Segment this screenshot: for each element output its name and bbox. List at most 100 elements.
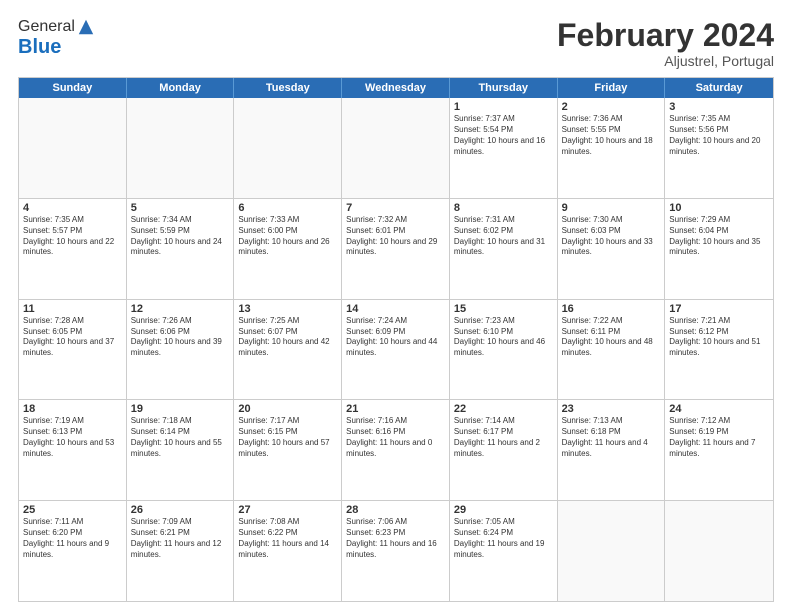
calendar-cell — [127, 98, 235, 198]
cell-info: Sunrise: 7:30 AMSunset: 6:03 PMDaylight:… — [562, 215, 661, 258]
calendar-body: 1Sunrise: 7:37 AMSunset: 5:54 PMDaylight… — [19, 98, 773, 601]
cell-info: Sunrise: 7:12 AMSunset: 6:19 PMDaylight:… — [669, 416, 769, 459]
calendar-header-cell: Tuesday — [234, 78, 342, 98]
day-number: 24 — [669, 403, 769, 415]
main-title: February 2024 — [557, 18, 774, 53]
calendar-row: 25Sunrise: 7:11 AMSunset: 6:20 PMDayligh… — [19, 501, 773, 601]
day-number: 25 — [23, 504, 122, 516]
calendar-row: 4Sunrise: 7:35 AMSunset: 5:57 PMDaylight… — [19, 199, 773, 300]
cell-info: Sunrise: 7:35 AMSunset: 5:56 PMDaylight:… — [669, 114, 769, 157]
day-number: 9 — [562, 202, 661, 214]
day-number: 17 — [669, 303, 769, 315]
day-number: 13 — [238, 303, 337, 315]
cell-info: Sunrise: 7:36 AMSunset: 5:55 PMDaylight:… — [562, 114, 661, 157]
calendar-cell — [558, 501, 666, 601]
page: General Blue February 2024 Aljustrel, Po… — [0, 0, 792, 612]
calendar-header-cell: Wednesday — [342, 78, 450, 98]
cell-info: Sunrise: 7:18 AMSunset: 6:14 PMDaylight:… — [131, 416, 230, 459]
cell-info: Sunrise: 7:28 AMSunset: 6:05 PMDaylight:… — [23, 316, 122, 359]
calendar-cell: 19Sunrise: 7:18 AMSunset: 6:14 PMDayligh… — [127, 400, 235, 500]
day-number: 16 — [562, 303, 661, 315]
calendar-cell: 10Sunrise: 7:29 AMSunset: 6:04 PMDayligh… — [665, 199, 773, 299]
calendar-cell: 3Sunrise: 7:35 AMSunset: 5:56 PMDaylight… — [665, 98, 773, 198]
calendar-cell: 1Sunrise: 7:37 AMSunset: 5:54 PMDaylight… — [450, 98, 558, 198]
day-number: 26 — [131, 504, 230, 516]
calendar-header-cell: Sunday — [19, 78, 127, 98]
calendar-cell: 5Sunrise: 7:34 AMSunset: 5:59 PMDaylight… — [127, 199, 235, 299]
cell-info: Sunrise: 7:21 AMSunset: 6:12 PMDaylight:… — [669, 316, 769, 359]
calendar-cell: 26Sunrise: 7:09 AMSunset: 6:21 PMDayligh… — [127, 501, 235, 601]
header: General Blue February 2024 Aljustrel, Po… — [18, 18, 774, 69]
calendar-row: 18Sunrise: 7:19 AMSunset: 6:13 PMDayligh… — [19, 400, 773, 501]
cell-info: Sunrise: 7:16 AMSunset: 6:16 PMDaylight:… — [346, 416, 445, 459]
logo-general-text: General — [18, 18, 75, 36]
calendar-cell: 14Sunrise: 7:24 AMSunset: 6:09 PMDayligh… — [342, 300, 450, 400]
calendar-cell: 2Sunrise: 7:36 AMSunset: 5:55 PMDaylight… — [558, 98, 666, 198]
calendar-cell: 13Sunrise: 7:25 AMSunset: 6:07 PMDayligh… — [234, 300, 342, 400]
day-number: 7 — [346, 202, 445, 214]
day-number: 19 — [131, 403, 230, 415]
calendar-cell: 20Sunrise: 7:17 AMSunset: 6:15 PMDayligh… — [234, 400, 342, 500]
calendar: SundayMondayTuesdayWednesdayThursdayFrid… — [18, 77, 774, 602]
cell-info: Sunrise: 7:24 AMSunset: 6:09 PMDaylight:… — [346, 316, 445, 359]
calendar-cell — [19, 98, 127, 198]
calendar-cell: 11Sunrise: 7:28 AMSunset: 6:05 PMDayligh… — [19, 300, 127, 400]
day-number: 2 — [562, 101, 661, 113]
cell-info: Sunrise: 7:25 AMSunset: 6:07 PMDaylight:… — [238, 316, 337, 359]
day-number: 18 — [23, 403, 122, 415]
day-number: 10 — [669, 202, 769, 214]
calendar-cell: 15Sunrise: 7:23 AMSunset: 6:10 PMDayligh… — [450, 300, 558, 400]
cell-info: Sunrise: 7:14 AMSunset: 6:17 PMDaylight:… — [454, 416, 553, 459]
calendar-cell: 8Sunrise: 7:31 AMSunset: 6:02 PMDaylight… — [450, 199, 558, 299]
title-block: February 2024 Aljustrel, Portugal — [557, 18, 774, 69]
calendar-cell: 24Sunrise: 7:12 AMSunset: 6:19 PMDayligh… — [665, 400, 773, 500]
day-number: 27 — [238, 504, 337, 516]
calendar-cell: 18Sunrise: 7:19 AMSunset: 6:13 PMDayligh… — [19, 400, 127, 500]
day-number: 8 — [454, 202, 553, 214]
calendar-header-cell: Thursday — [450, 78, 558, 98]
cell-info: Sunrise: 7:33 AMSunset: 6:00 PMDaylight:… — [238, 215, 337, 258]
logo: General Blue — [18, 18, 95, 59]
calendar-cell — [234, 98, 342, 198]
calendar-header: SundayMondayTuesdayWednesdayThursdayFrid… — [19, 78, 773, 98]
day-number: 6 — [238, 202, 337, 214]
logo-blue-text: Blue — [18, 36, 61, 58]
day-number: 23 — [562, 403, 661, 415]
cell-info: Sunrise: 7:31 AMSunset: 6:02 PMDaylight:… — [454, 215, 553, 258]
calendar-header-cell: Friday — [558, 78, 666, 98]
subtitle: Aljustrel, Portugal — [557, 53, 774, 69]
day-number: 14 — [346, 303, 445, 315]
cell-info: Sunrise: 7:13 AMSunset: 6:18 PMDaylight:… — [562, 416, 661, 459]
calendar-cell: 21Sunrise: 7:16 AMSunset: 6:16 PMDayligh… — [342, 400, 450, 500]
calendar-cell: 4Sunrise: 7:35 AMSunset: 5:57 PMDaylight… — [19, 199, 127, 299]
cell-info: Sunrise: 7:08 AMSunset: 6:22 PMDaylight:… — [238, 517, 337, 560]
cell-info: Sunrise: 7:19 AMSunset: 6:13 PMDaylight:… — [23, 416, 122, 459]
calendar-cell: 12Sunrise: 7:26 AMSunset: 6:06 PMDayligh… — [127, 300, 235, 400]
day-number: 29 — [454, 504, 553, 516]
cell-info: Sunrise: 7:32 AMSunset: 6:01 PMDaylight:… — [346, 215, 445, 258]
calendar-header-cell: Saturday — [665, 78, 773, 98]
day-number: 4 — [23, 202, 122, 214]
cell-info: Sunrise: 7:06 AMSunset: 6:23 PMDaylight:… — [346, 517, 445, 560]
day-number: 21 — [346, 403, 445, 415]
day-number: 22 — [454, 403, 553, 415]
cell-info: Sunrise: 7:35 AMSunset: 5:57 PMDaylight:… — [23, 215, 122, 258]
calendar-cell: 29Sunrise: 7:05 AMSunset: 6:24 PMDayligh… — [450, 501, 558, 601]
cell-info: Sunrise: 7:09 AMSunset: 6:21 PMDaylight:… — [131, 517, 230, 560]
calendar-row: 11Sunrise: 7:28 AMSunset: 6:05 PMDayligh… — [19, 300, 773, 401]
day-number: 11 — [23, 303, 122, 315]
cell-info: Sunrise: 7:29 AMSunset: 6:04 PMDaylight:… — [669, 215, 769, 258]
cell-info: Sunrise: 7:05 AMSunset: 6:24 PMDaylight:… — [454, 517, 553, 560]
cell-info: Sunrise: 7:17 AMSunset: 6:15 PMDaylight:… — [238, 416, 337, 459]
cell-info: Sunrise: 7:23 AMSunset: 6:10 PMDaylight:… — [454, 316, 553, 359]
calendar-cell: 9Sunrise: 7:30 AMSunset: 6:03 PMDaylight… — [558, 199, 666, 299]
calendar-cell — [665, 501, 773, 601]
cell-info: Sunrise: 7:26 AMSunset: 6:06 PMDaylight:… — [131, 316, 230, 359]
calendar-cell: 6Sunrise: 7:33 AMSunset: 6:00 PMDaylight… — [234, 199, 342, 299]
day-number: 3 — [669, 101, 769, 113]
calendar-row: 1Sunrise: 7:37 AMSunset: 5:54 PMDaylight… — [19, 98, 773, 199]
calendar-cell: 25Sunrise: 7:11 AMSunset: 6:20 PMDayligh… — [19, 501, 127, 601]
calendar-cell: 23Sunrise: 7:13 AMSunset: 6:18 PMDayligh… — [558, 400, 666, 500]
calendar-cell: 7Sunrise: 7:32 AMSunset: 6:01 PMDaylight… — [342, 199, 450, 299]
day-number: 5 — [131, 202, 230, 214]
